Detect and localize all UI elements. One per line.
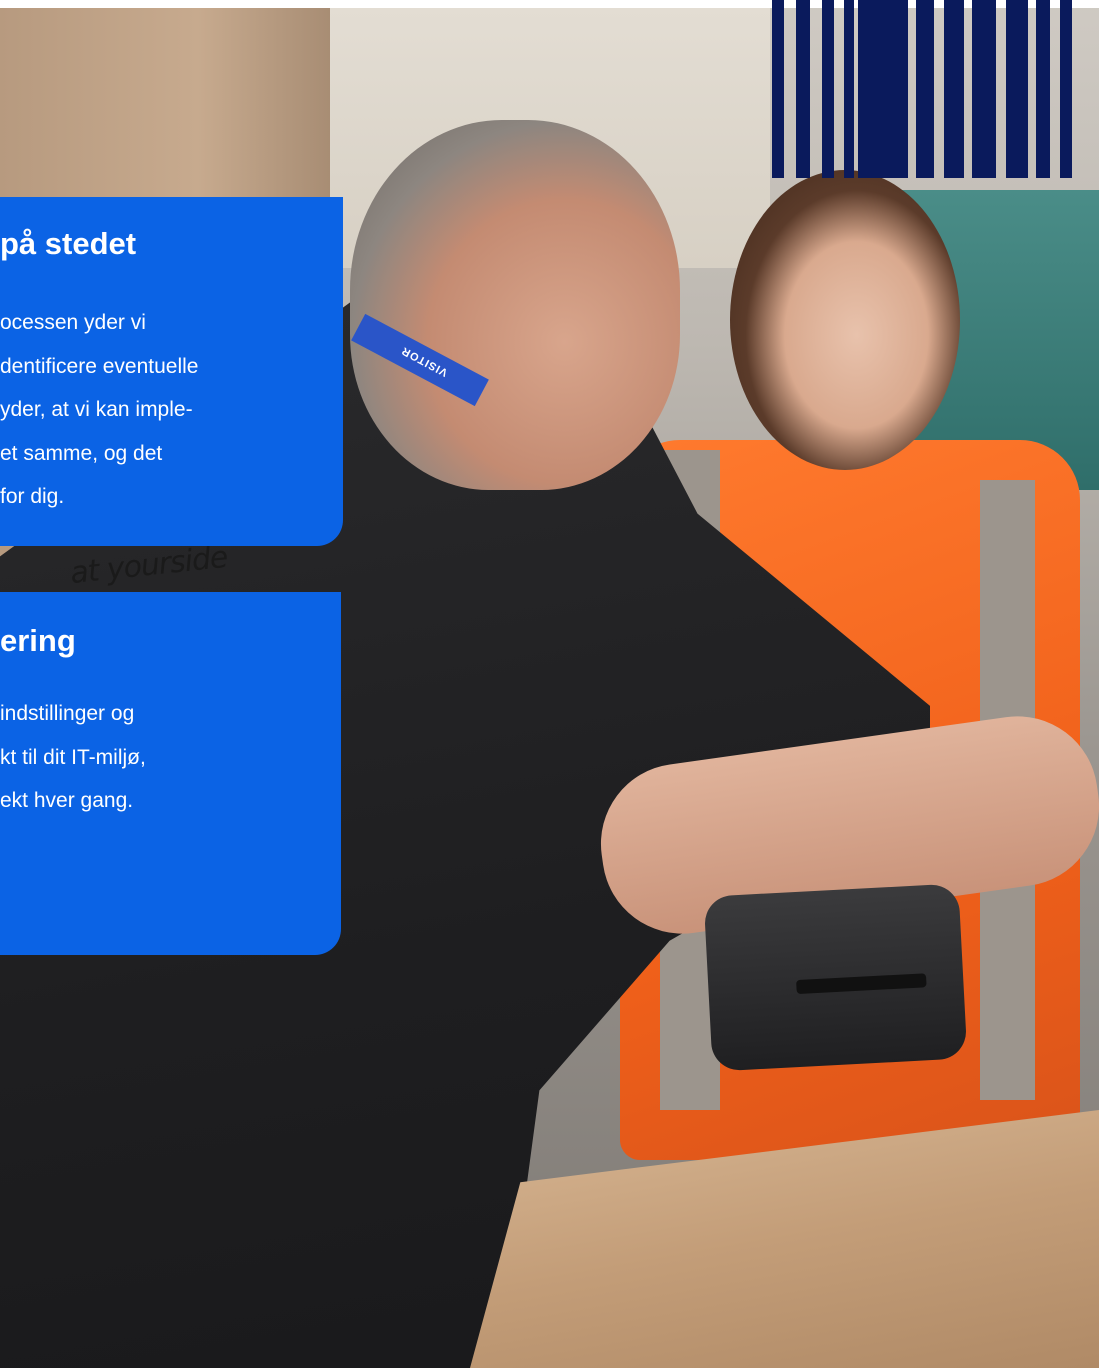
man-head xyxy=(350,120,680,490)
barcode-bar xyxy=(858,0,908,178)
barcode-graphic xyxy=(772,0,1099,178)
barcode-bar xyxy=(822,0,834,178)
card-line: yder, at vi kan imple- xyxy=(0,398,193,421)
card-line: et samme, og det xyxy=(0,441,163,465)
barcode-bar xyxy=(772,0,784,178)
barcode-bar xyxy=(1036,0,1050,178)
info-card-onsite: på stedet ocessen yder vi dentificere ev… xyxy=(0,197,343,546)
card-line: ocessen yder vi xyxy=(0,311,146,334)
card-title: på stedet xyxy=(0,226,137,261)
printer-slot xyxy=(796,973,927,995)
barcode-bar xyxy=(944,0,964,178)
card-body: indstillinger og kt til dit IT-miljø, ek… xyxy=(0,692,341,823)
card-line: kt til dit IT-miljø, xyxy=(0,745,146,769)
card-body: ocessen yder vi dentificere eventuelle y… xyxy=(0,301,343,519)
barcode-bar xyxy=(916,0,934,178)
card-line: for dig. xyxy=(0,485,65,508)
card-title: ering xyxy=(0,623,76,658)
barcode-bar xyxy=(972,0,996,178)
barcode-bar xyxy=(796,0,810,178)
woman-head xyxy=(730,170,960,470)
info-card-configuration: ering indstillinger og kt til dit IT-mil… xyxy=(0,592,341,955)
barcode-bar xyxy=(1060,0,1072,178)
card-line: ekt hver gang. xyxy=(0,789,134,812)
card-line: dentificere eventuelle xyxy=(0,354,199,378)
card-line: indstillinger og xyxy=(0,702,135,725)
mobile-printer xyxy=(703,883,968,1072)
barcode-bar xyxy=(1006,0,1028,178)
barcode-bar xyxy=(844,0,854,178)
